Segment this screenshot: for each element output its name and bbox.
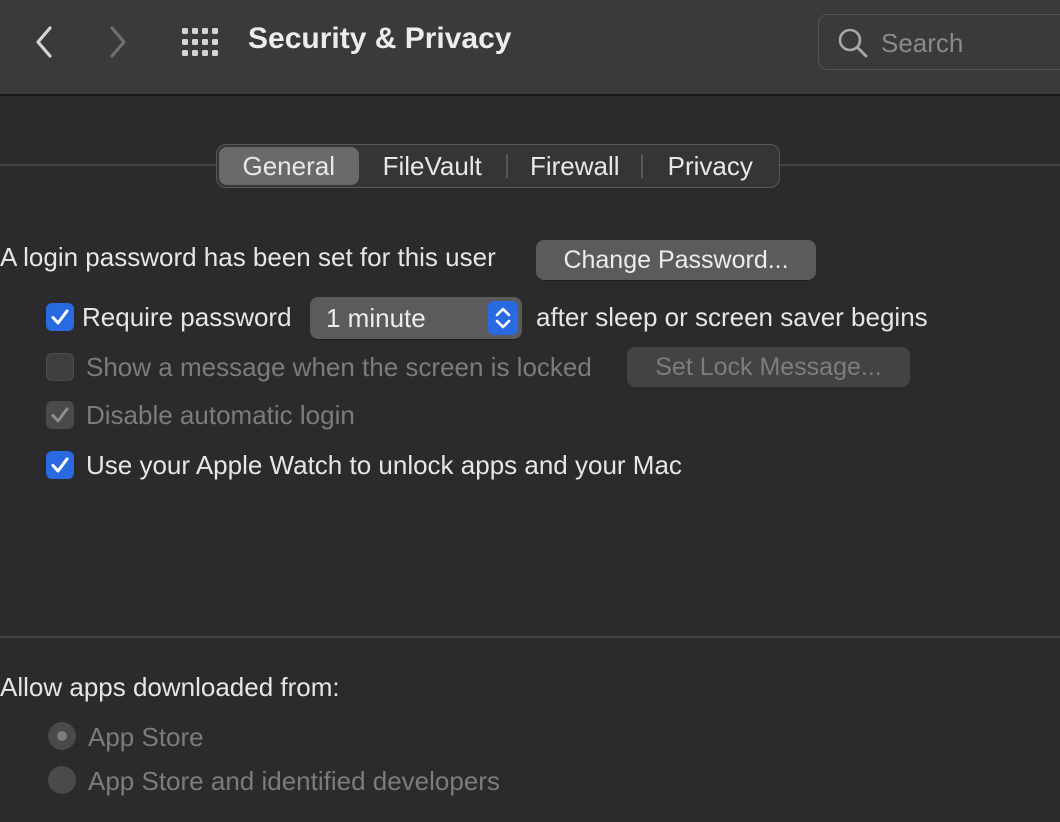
require-password-suffix: after sleep or screen saver begins <box>536 302 928 332</box>
apple-watch-unlock-label: Use your Apple Watch to unlock apps and … <box>86 450 682 480</box>
interval-selected-value: 1 minute <box>326 303 426 333</box>
radio-selected-dot <box>57 731 67 741</box>
search-input[interactable] <box>879 25 1060 61</box>
change-password-button[interactable]: Change Password... <box>536 240 816 280</box>
checkmark-icon <box>51 457 69 473</box>
window-toolbar: Security & Privacy <box>0 0 1060 96</box>
login-password-text: A login password has been set for this u… <box>0 242 496 272</box>
set-lock-message-button[interactable]: Set Lock Message... <box>627 347 910 387</box>
disable-auto-login-label: Disable automatic login <box>86 400 355 430</box>
disable-auto-login-checkbox[interactable] <box>46 401 74 429</box>
app-store-and-developers-radio[interactable] <box>48 766 76 794</box>
section-divider <box>0 636 1060 638</box>
apple-watch-unlock-checkbox[interactable] <box>46 451 74 479</box>
back-button[interactable] <box>24 22 64 62</box>
popup-arrows-icon <box>488 301 518 335</box>
app-store-radio[interactable] <box>48 722 76 750</box>
search-icon <box>838 28 868 58</box>
tab-bar: General FileVault Firewall Privacy <box>216 144 780 188</box>
require-password-label: Require password <box>82 302 292 332</box>
checkmark-icon <box>51 407 69 423</box>
app-store-and-developers-radio-label: App Store and identified developers <box>88 766 500 796</box>
require-password-interval-select[interactable]: 1 minute <box>310 297 522 339</box>
tab-filevault[interactable]: FileVault <box>359 147 506 185</box>
checkmark-icon <box>51 309 69 325</box>
tab-firewall[interactable]: Firewall <box>508 147 642 185</box>
allow-apps-heading: Allow apps downloaded from: <box>0 672 340 702</box>
show-message-label: Show a message when the screen is locked <box>86 352 592 382</box>
forward-button[interactable] <box>98 22 138 62</box>
chevron-right-icon <box>110 26 126 58</box>
app-store-radio-label: App Store <box>88 722 204 752</box>
show-message-checkbox[interactable] <box>46 353 74 381</box>
tab-general[interactable]: General <box>219 147 359 185</box>
tab-privacy[interactable]: Privacy <box>643 147 777 185</box>
show-all-button[interactable] <box>180 24 222 60</box>
chevron-left-icon <box>36 26 52 58</box>
require-password-checkbox[interactable] <box>46 303 74 331</box>
show-all-grid-icon <box>182 28 218 56</box>
window-title: Security & Privacy <box>248 22 512 55</box>
search-field[interactable] <box>818 14 1060 70</box>
